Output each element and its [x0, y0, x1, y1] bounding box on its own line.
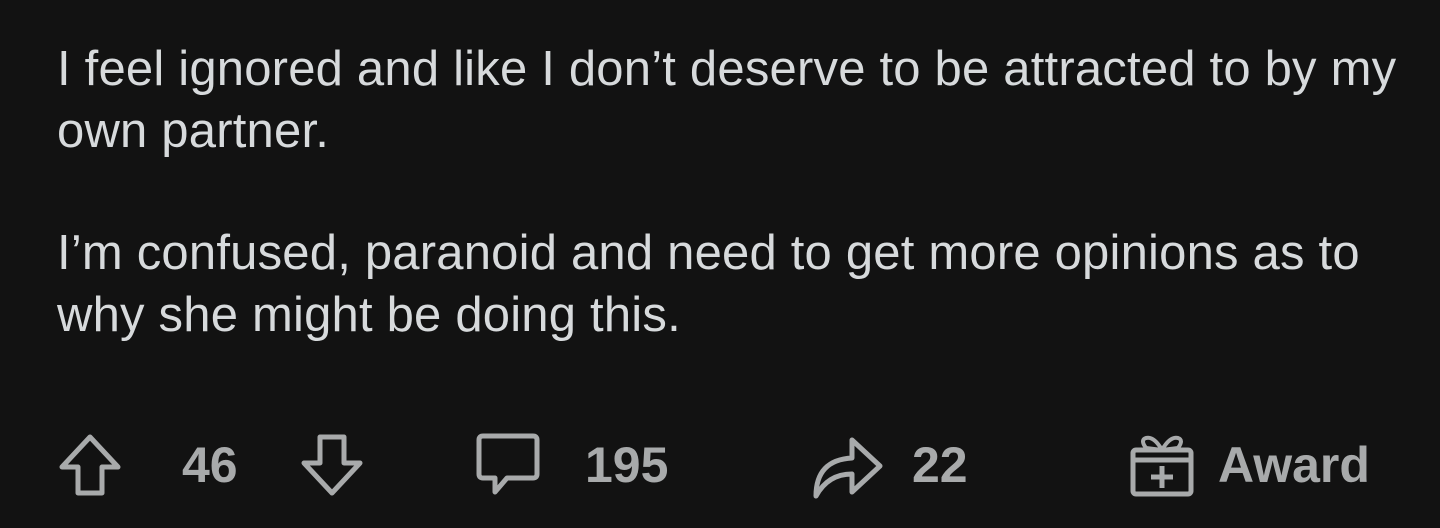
downvote-button[interactable]: [298, 420, 366, 510]
gift-icon: [1130, 435, 1194, 497]
share-button[interactable]: [808, 420, 884, 510]
speech-bubble-icon: [476, 433, 540, 495]
post-action-bar: 46 195 22 Award: [0, 420, 1440, 510]
vote-count: 46: [182, 420, 238, 510]
comment-count-label: 195: [585, 437, 669, 493]
award-button[interactable]: [1128, 420, 1196, 510]
award-label-wrap[interactable]: Award: [1218, 420, 1370, 510]
share-count-label: 22: [912, 437, 968, 493]
comments-button[interactable]: [473, 420, 543, 510]
arrow-up-icon: [59, 434, 121, 496]
share-arrow-icon: [813, 437, 883, 499]
arrow-down-icon: [301, 434, 363, 496]
post-paragraph: I’m confused, paranoid and need to get m…: [57, 226, 1360, 342]
post-paragraph: I feel ignored and like I don’t deserve …: [57, 42, 1397, 158]
upvote-button[interactable]: [56, 420, 124, 510]
vote-count-label: 46: [182, 437, 238, 493]
award-label: Award: [1218, 437, 1370, 493]
share-count: 22: [912, 420, 968, 510]
post-body: I feel ignored and like I don’t deserve …: [57, 38, 1397, 346]
comment-count: 195: [585, 420, 668, 510]
